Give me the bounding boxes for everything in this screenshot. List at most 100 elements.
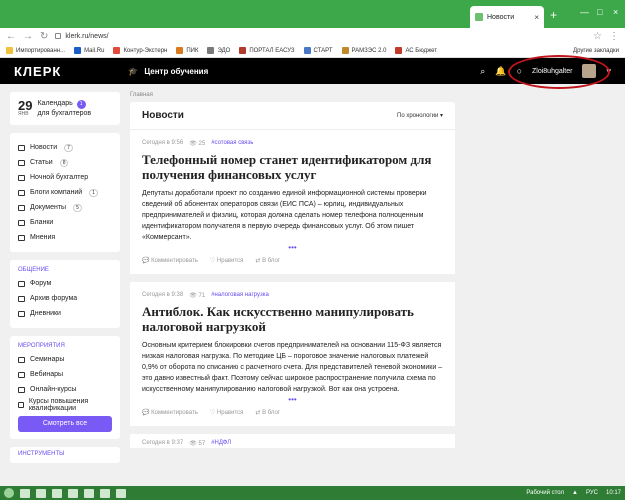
- bookmark-item[interactable]: ЭДО: [207, 47, 230, 54]
- news-feed: Главная Новости По хронологии ▾ Сегодня …: [130, 92, 455, 448]
- star-icon[interactable]: ☆: [593, 31, 602, 42]
- menu-item-icon: [18, 371, 25, 378]
- desktop-label[interactable]: Рабочий стол: [526, 490, 564, 496]
- bookmark-item[interactable]: РАМЗЭС 2.0: [341, 47, 386, 54]
- taskbar-app-icon[interactable]: [84, 488, 94, 498]
- calendar-badge: 1: [76, 100, 86, 109]
- sidebar-menu-item[interactable]: Курсы повышения квалификации: [18, 397, 112, 412]
- calendar-sublabel: для бухгалтеров: [37, 110, 92, 117]
- breadcrumb[interactable]: Главная: [130, 92, 455, 102]
- tab-title: Новости: [487, 13, 515, 21]
- bookmark-favicon-icon: [239, 47, 247, 54]
- bookmark-item[interactable]: ПИК: [176, 47, 198, 54]
- like-button[interactable]: ♡ Нравится: [210, 409, 244, 416]
- comment-button[interactable]: 💬 Комментировать: [142, 257, 198, 264]
- bookmark-favicon-icon: [341, 47, 349, 54]
- url-field[interactable]: klerk.ru/news/: [55, 33, 586, 40]
- start-button[interactable]: [4, 488, 14, 498]
- menu-kebab-icon[interactable]: ⋮: [609, 31, 619, 42]
- article-card[interactable]: Сегодня в 9:38 👁 71 #налоговая нагрузка …: [130, 282, 455, 426]
- url-text: klerk.ru/news/: [65, 32, 109, 40]
- menu-item-badge: 1: [89, 188, 98, 197]
- article-tag[interactable]: #НДФЛ: [211, 440, 231, 447]
- article-views: 👁 71: [189, 293, 206, 299]
- calendar-label: Календарь: [37, 100, 73, 107]
- forward-icon[interactable]: →: [23, 31, 33, 42]
- bookmark-item[interactable]: Импортированн...: [6, 47, 65, 54]
- more-dots-icon[interactable]: •••: [142, 396, 443, 404]
- sidebar-menu-item[interactable]: Статьи 8: [18, 155, 112, 170]
- see-all-button[interactable]: Смотреть все: [18, 416, 112, 432]
- taskbar-app-icon[interactable]: [36, 488, 46, 498]
- calendar-card[interactable]: 29 ЯНВ Календарь 1 для бухгалтеров: [10, 92, 120, 125]
- tab-close-icon[interactable]: ×: [534, 13, 539, 22]
- sidebar-menu-item[interactable]: Документы 5: [18, 200, 112, 215]
- tray-icon[interactable]: ▲: [572, 490, 578, 496]
- bookmark-item[interactable]: Контур-Экстерн: [113, 47, 167, 54]
- sidebar-menu-item[interactable]: Мнения: [18, 230, 112, 245]
- sort-dropdown[interactable]: По хронологии ▾: [397, 112, 443, 119]
- sidebar-menu-item[interactable]: Вебинары: [18, 367, 112, 382]
- article-title[interactable]: Телефонный номер станет идентификатором …: [142, 152, 443, 182]
- bookmark-item[interactable]: Mail.Ru: [74, 47, 104, 54]
- language-indicator[interactable]: РУС: [586, 490, 598, 496]
- close-window-button[interactable]: ×: [613, 7, 618, 17]
- sidebar-menu-item[interactable]: Дневники: [18, 306, 112, 321]
- comment-button[interactable]: 💬 Комментировать: [142, 409, 198, 416]
- sidebar-menu-item[interactable]: Онлайн-курсы: [18, 382, 112, 397]
- clock[interactable]: 10:17: [606, 490, 621, 496]
- menu-item-label: Архив форума: [30, 295, 78, 302]
- calendar-day: 29: [18, 98, 33, 113]
- maximize-button[interactable]: □: [597, 7, 602, 17]
- minimize-button[interactable]: —: [580, 7, 589, 17]
- article-body: Основным критерием блокировки счетов пре…: [142, 342, 443, 393]
- article-title[interactable]: Антиблок. Как искусственно манипулироват…: [142, 304, 443, 334]
- learning-center-link[interactable]: Центр обучения: [144, 67, 208, 76]
- communication-title: ОБЩЕНИЕ: [18, 267, 49, 273]
- menu-item-icon: [18, 401, 24, 408]
- red-highlight-annotation: [508, 55, 610, 89]
- sidebar-menu-item[interactable]: Бланки: [18, 215, 112, 230]
- more-dots-icon[interactable]: •••: [142, 244, 443, 252]
- menu-item-label: Новости: [30, 144, 58, 151]
- bookmark-item[interactable]: СТАРТ: [303, 47, 333, 54]
- taskbar-app-icon[interactable]: [20, 488, 30, 498]
- sidebar-menu-item[interactable]: Форум: [18, 276, 112, 291]
- article-tag[interactable]: #сотовая связь: [211, 140, 253, 147]
- taskbar-app-icon[interactable]: [68, 488, 78, 498]
- views-count: 71: [198, 293, 206, 299]
- article-time: Сегодня в 9:38: [142, 292, 184, 298]
- search-icon[interactable]: ⌕: [480, 66, 485, 77]
- back-icon[interactable]: ←: [6, 31, 16, 42]
- other-bookmarks[interactable]: Другие закладки: [573, 48, 619, 54]
- sidebar-menu-item[interactable]: Новости 7: [18, 140, 112, 155]
- like-button[interactable]: ♡ Нравится: [210, 257, 244, 264]
- bookmark-favicon-icon: [113, 47, 121, 54]
- share-to-blog-button[interactable]: ⇄ В блог: [255, 409, 280, 416]
- article-tag[interactable]: #налоговая нагрузка: [211, 292, 269, 299]
- menu-item-icon: [18, 356, 25, 363]
- taskbar-app-icon[interactable]: [52, 488, 62, 498]
- article-card[interactable]: Сегодня в 9:56 👁 25 #сотовая связь Телеф…: [130, 129, 455, 274]
- browser-tab[interactable]: Новости ×: [470, 6, 544, 28]
- bookmark-label: ЭДО: [217, 47, 231, 54]
- taskbar-app-icon[interactable]: [100, 488, 110, 498]
- article-card[interactable]: Сегодня в 9:37 👁 57 #НДФЛ: [130, 434, 455, 448]
- reload-icon[interactable]: ↻: [40, 31, 48, 42]
- bookmark-item[interactable]: ПОРТАЛ ЕАСУЗ: [239, 47, 295, 54]
- menu-item-icon: [18, 310, 25, 317]
- site-logo[interactable]: КЛЕРК: [14, 64, 61, 79]
- sidebar-menu-item[interactable]: Блоги компаний 1: [18, 185, 112, 200]
- article-views: 👁 25: [189, 141, 206, 147]
- menu-item-icon: [18, 280, 25, 287]
- sidebar-menu-item[interactable]: Архив форума: [18, 291, 112, 306]
- article-body: Депутаты доработали проект по созданию е…: [142, 190, 427, 241]
- sidebar-menu-item[interactable]: Семинары: [18, 352, 112, 367]
- sidebar-menu-item[interactable]: Ночной бухгалтер: [18, 170, 112, 185]
- bell-icon[interactable]: 🔔: [495, 66, 506, 77]
- taskbar-app-icon[interactable]: [116, 488, 126, 498]
- share-to-blog-button[interactable]: ⇄ В блог: [255, 257, 280, 264]
- views-count: 25: [198, 141, 206, 147]
- bookmark-item[interactable]: АС Бюджет: [395, 47, 437, 54]
- new-tab-button[interactable]: +: [550, 8, 557, 22]
